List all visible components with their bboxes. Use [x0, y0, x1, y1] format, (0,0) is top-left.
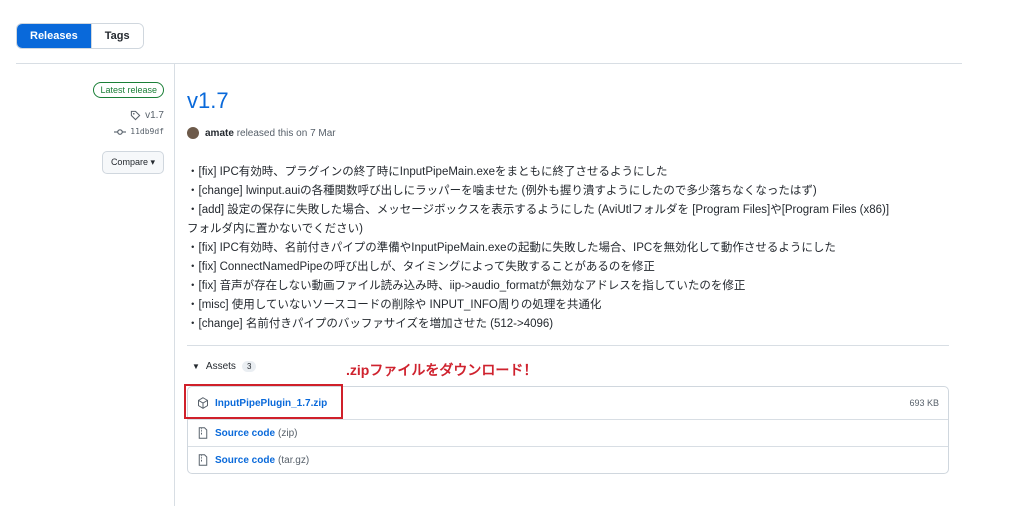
release-sidebar: Latest release v1.7 11db9df Compare ▾ — [16, 80, 164, 174]
tab-releases[interactable]: Releases — [17, 24, 91, 48]
highlight-box — [184, 384, 343, 419]
commit-icon — [114, 128, 127, 135]
author-link[interactable]: amate — [205, 128, 234, 139]
tag-icon — [130, 110, 141, 121]
tag-link[interactable]: v1.7 — [16, 110, 164, 121]
sidebar-divider — [174, 64, 175, 506]
caret-down-icon: ▾ — [150, 157, 155, 167]
note-line: ・[fix] IPC有効時、名前付きパイプの準備やInputPipeMain.e… — [187, 242, 836, 254]
assets-toggle[interactable]: ▼ Assets 3 — [192, 361, 257, 372]
note-line: ・[fix] ConnectNamedPipeの呼び出しが、タイミングによって失… — [187, 261, 655, 273]
compare-label: Compare — [110, 157, 148, 167]
top-divider — [16, 63, 962, 64]
assets-count: 3 — [241, 361, 257, 372]
assets-divider — [187, 345, 949, 346]
note-line: フォルダ内に置かないでください) — [187, 223, 363, 235]
asset-format: (tar.gz) — [278, 454, 310, 466]
release-title[interactable]: v1.7 — [187, 88, 949, 114]
file-zip-icon — [198, 427, 208, 439]
compare-button[interactable]: Compare ▾ — [101, 151, 164, 174]
asset-format: (zip) — [278, 427, 298, 439]
commit-hash: 11db9df — [130, 127, 164, 136]
note-line: ・[misc] 使用していないソースコードの削除や INPUT_INFO周りの処… — [187, 299, 602, 311]
assets-label: Assets — [205, 361, 236, 372]
file-zip-icon — [198, 454, 208, 466]
note-line: ・[fix] 音声が存在しない動画ファイル読み込み時、iip->audio_fo… — [187, 280, 746, 292]
note-line: ・[fix] IPC有効時、プラグインの終了時にInputPipeMain.ex… — [187, 166, 668, 178]
download-annotation: .zipファイルをダウンロード！ — [346, 362, 538, 378]
released-text: released this on 7 Mar — [236, 127, 336, 139]
latest-release-badge: Latest release — [93, 82, 164, 98]
asset-link[interactable]: Source code — [215, 428, 275, 439]
asset-size: 693 KB — [909, 398, 939, 408]
note-line: ・[add] 設定の保存に失敗した場合、メッセージボックスを表示するようにした … — [187, 204, 890, 216]
triangle-down-icon: ▼ — [192, 362, 200, 371]
release-tabs: Releases Tags — [16, 23, 144, 49]
avatar[interactable] — [187, 127, 199, 139]
tab-tags[interactable]: Tags — [90, 24, 143, 48]
release-body: v1.7 amate released this on 7 Mar ・[fix]… — [187, 88, 949, 334]
release-byline: amate released this on 7 Mar — [187, 127, 949, 139]
release-notes: ・[fix] IPC有効時、プラグインの終了時にInputPipeMain.ex… — [187, 163, 949, 334]
commit-link[interactable]: 11db9df — [16, 127, 164, 136]
note-line: ・[change] 名前付きパイプのバッファサイズを増加させた (512->40… — [187, 318, 554, 330]
asset-link[interactable]: Source code — [215, 455, 275, 466]
note-line: ・[change] lwinput.auiの各種関数呼び出しにラッパーを噛ませた… — [187, 185, 817, 197]
asset-row[interactable]: Source code (zip) — [188, 419, 948, 446]
tag-label: v1.7 — [145, 110, 164, 121]
asset-row[interactable]: Source code (tar.gz) — [188, 446, 948, 473]
